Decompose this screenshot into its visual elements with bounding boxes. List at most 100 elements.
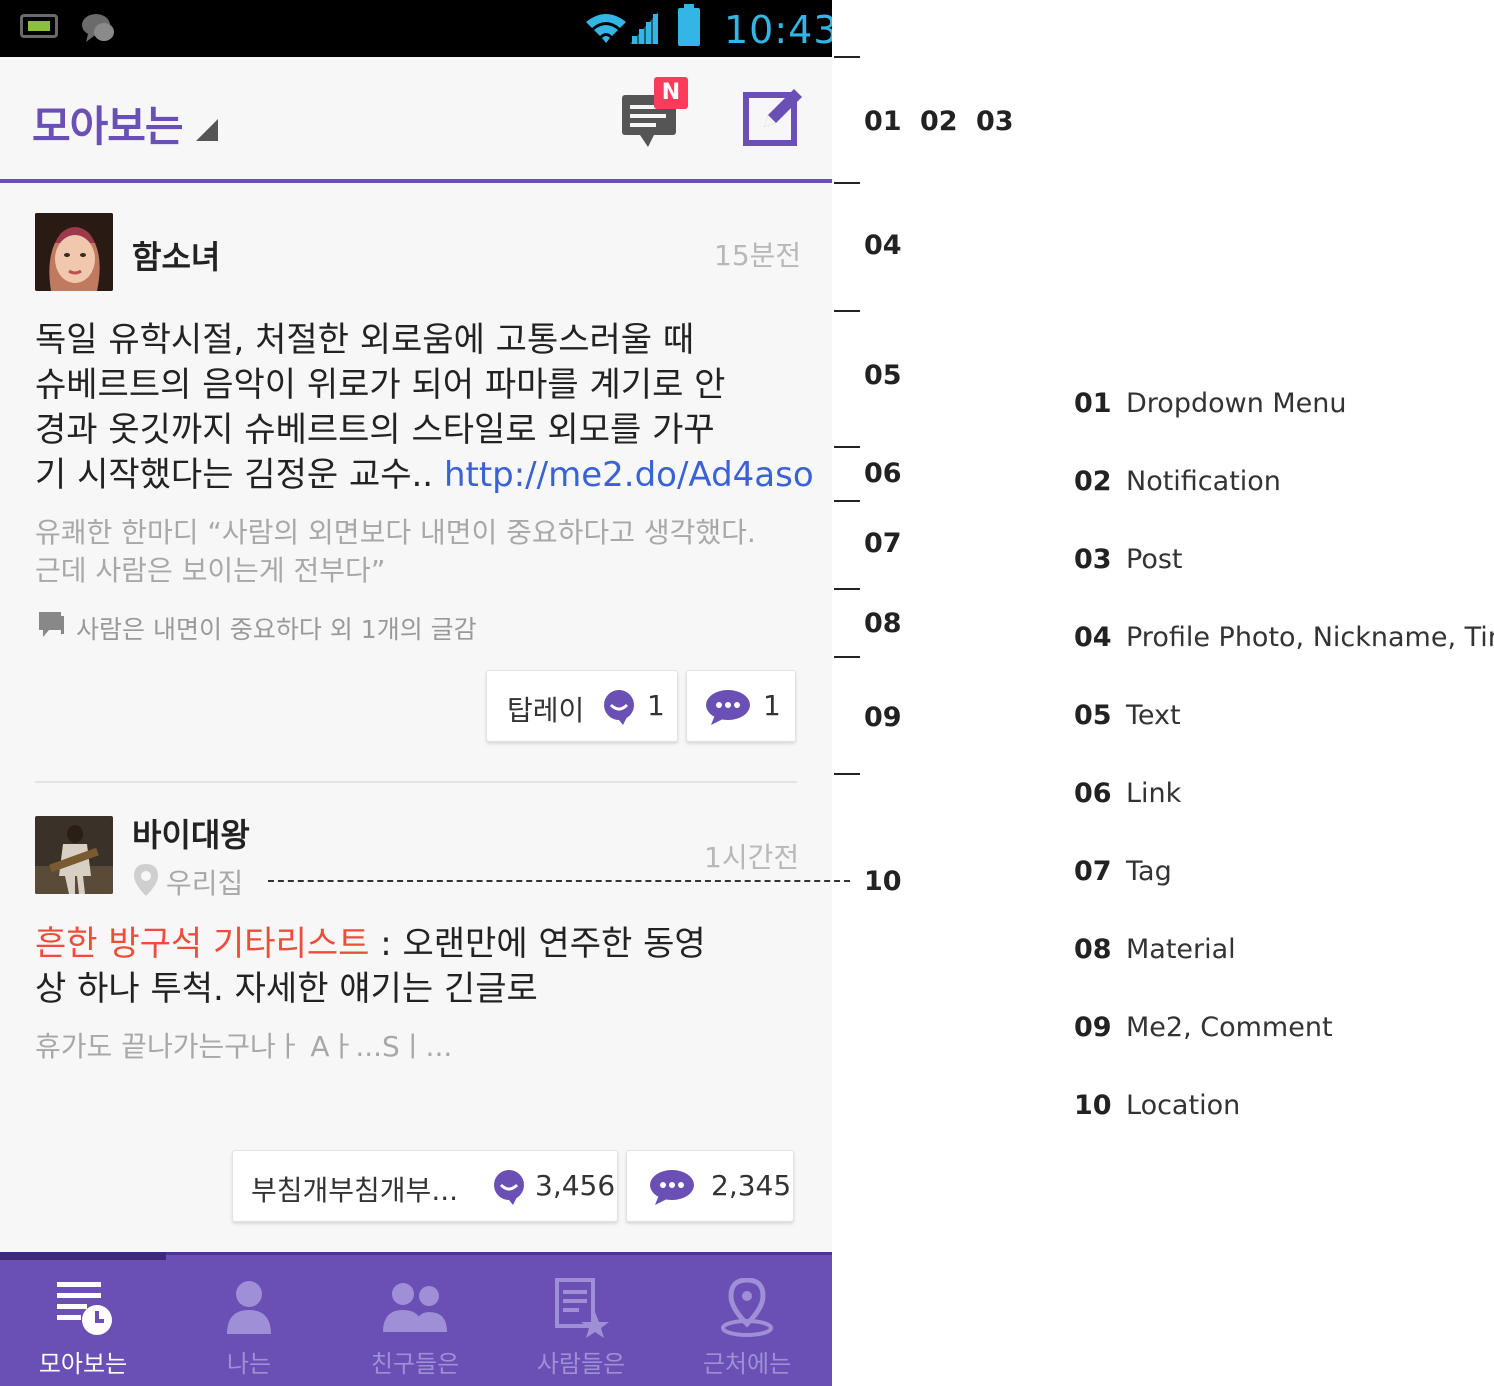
me2-button[interactable]: 부침개부침개부... 3,456: [232, 1150, 618, 1222]
post-text-line: : 오랜만에 연주한 동영: [369, 924, 706, 964]
phone-screen: 10:43 모아보는 N 함소녀 15분전 독일 유학시절, 처절한 외로움에 …: [0, 0, 832, 1386]
annotation-number: 02: [920, 106, 958, 137]
post-text-line: 기 시작했다는 김정운 교수..: [35, 455, 434, 495]
legend-number: 03: [1074, 544, 1112, 575]
subtext-line: 근데 사람은 보이는게 전부다”: [35, 554, 386, 587]
timeline-icon: [57, 1282, 112, 1335]
annotation-number: 06: [864, 458, 902, 489]
me2-icon: [494, 1170, 524, 1205]
legend-number: 10: [1074, 1090, 1112, 1121]
location-text[interactable]: 우리집: [166, 862, 243, 902]
battery-icon: [678, 4, 700, 46]
legend-label: Text: [1126, 700, 1181, 731]
status-bar: 10:43: [0, 0, 832, 57]
material-text[interactable]: 사람은 내면이 중요하다 외 1개의 글감: [76, 610, 477, 646]
legend-number: 09: [1074, 1012, 1112, 1043]
annotation-separator: [834, 656, 860, 658]
legend-label: Tag: [1126, 856, 1172, 887]
post-link[interactable]: http://me2.do/Ad4aso: [444, 455, 814, 495]
annotation-separator: [834, 446, 860, 448]
comment-icon: [650, 1170, 694, 1205]
me2-count: 1: [647, 689, 665, 722]
tab-label: 모아보는: [38, 1350, 128, 1378]
annotation-number: 10: [864, 866, 902, 897]
legend-number: 04: [1074, 622, 1112, 653]
tab-me[interactable]: 나는: [166, 1252, 332, 1386]
nickname[interactable]: 바이대왕: [132, 810, 250, 856]
legend-number: 01: [1074, 388, 1112, 419]
annotation-number: 03: [976, 106, 1014, 137]
post-subtext: 유쾌한 한마디 “사람의 외면보다 내면이 중요하다고 생각했다. 근데 사람은…: [35, 514, 825, 590]
legend-label: Link: [1126, 778, 1182, 809]
tab-timeline[interactable]: 모아보는: [0, 1252, 166, 1386]
subtext-line: 유쾌한 한마디 “사람의 외면보다 내면이 중요하다고 생각했다.: [35, 516, 756, 549]
location-pin-icon: [721, 1278, 773, 1337]
comment-icon: [706, 690, 750, 725]
annotation-number: 08: [864, 608, 902, 639]
legend-number: 06: [1074, 778, 1112, 809]
nickname[interactable]: 함소녀: [132, 232, 220, 278]
annotation-separator: [834, 773, 860, 775]
annotation-number: 07: [864, 528, 902, 559]
profile-photo[interactable]: [35, 816, 113, 894]
status-time: 10:43: [724, 8, 832, 52]
legend-number: 07: [1074, 856, 1112, 887]
bottom-tab-bar: 모아보는 나는 친구들은 사람들은 근처에는: [0, 1252, 832, 1386]
annotation-number: 09: [864, 702, 902, 733]
annotation-separator: [834, 56, 860, 58]
tab-label: 사람들은: [536, 1350, 626, 1378]
tab-friends[interactable]: 친구들은: [332, 1252, 498, 1386]
person-icon: [227, 1281, 271, 1334]
legend-label: Profile Photo, Nickname, Time: [1126, 622, 1494, 653]
document-star-icon: [555, 1278, 609, 1338]
post-divider: [35, 781, 797, 783]
me2-count: 3,456: [535, 1169, 616, 1202]
tab-nearby[interactable]: 근처에는: [664, 1252, 830, 1386]
notification-badge: N: [654, 77, 688, 109]
me2-label: 부침개부침개부...: [251, 1174, 459, 1207]
write-post-icon[interactable]: [742, 83, 806, 147]
legend-label: Material: [1126, 934, 1236, 965]
comment-button[interactable]: 2,345: [626, 1150, 794, 1222]
dropdown-caret-icon[interactable]: [196, 119, 218, 141]
post-time: 1시간전: [704, 841, 800, 874]
legend-label: Dropdown Menu: [1126, 388, 1347, 419]
annotation-number: 01: [864, 106, 902, 137]
annotation-separator: [834, 588, 860, 590]
tab-label: 나는: [226, 1350, 272, 1378]
annotation-separator: [834, 182, 860, 184]
tab-label: 근처에는: [702, 1350, 792, 1378]
location-callout-line: [268, 880, 850, 882]
comment-count: 2,345: [711, 1169, 792, 1202]
action-bar: 모아보는 N: [0, 57, 832, 183]
me2-button[interactable]: 탑레이 1: [486, 670, 678, 742]
legend-label: Me2, Comment: [1126, 1012, 1333, 1043]
me2-icon: [604, 690, 634, 725]
post-text-line: 독일 유학시절, 처절한 외로움에 고통스러울 때: [35, 320, 695, 360]
legend-label: Notification: [1126, 466, 1281, 497]
battery-status-icon: [20, 14, 58, 38]
annotation-number: 04: [864, 230, 902, 261]
material-icon: [39, 612, 64, 637]
tab-people[interactable]: 사람들은: [498, 1252, 664, 1386]
location-pin-icon: [134, 864, 158, 896]
legend-number: 05: [1074, 700, 1112, 731]
post-text-line: 슈베르트의 음악이 위로가 되어 파마를 계기로 안: [35, 365, 726, 405]
tab-label: 친구들은: [370, 1350, 460, 1378]
comment-count: 1: [763, 689, 781, 722]
post-subtext: 휴가도 끝나가는구나ㅏ Aㅏ...Sㅣ...: [35, 1030, 453, 1063]
signal-icon: [630, 12, 658, 44]
post-text-line: 상 하나 투척. 자세한 얘기는 긴글로: [35, 969, 538, 1009]
post-text: 독일 유학시절, 처절한 외로움에 고통스러울 때 슈베르트의 음악이 위로가 …: [35, 318, 815, 498]
profile-photo[interactable]: [35, 213, 113, 291]
annotation-separator: [834, 500, 860, 502]
annotation-number: 05: [864, 360, 902, 391]
post-tag[interactable]: 흔한 방구석 기타리스트: [35, 924, 369, 964]
legend-number: 02: [1074, 466, 1112, 497]
legend-number: 08: [1074, 934, 1112, 965]
comment-button[interactable]: 1: [686, 670, 796, 742]
messenger-icon: [82, 14, 114, 42]
wifi-icon: [586, 14, 626, 43]
annotation-separator: [834, 310, 860, 312]
dropdown-menu-title[interactable]: 모아보는: [32, 93, 184, 154]
